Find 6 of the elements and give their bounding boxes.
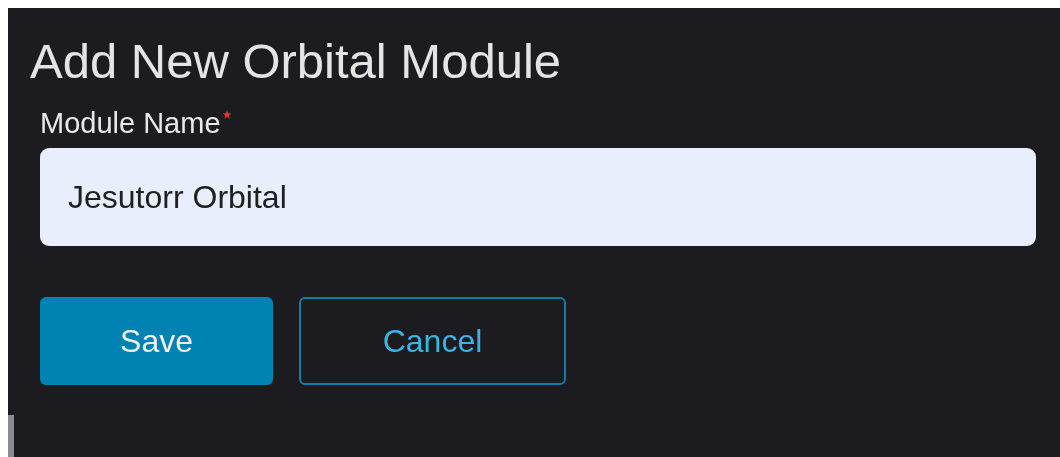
scrollbar-thumb[interactable] bbox=[8, 415, 14, 457]
cancel-button[interactable]: Cancel bbox=[299, 297, 566, 385]
save-button[interactable]: Save bbox=[40, 297, 273, 385]
module-name-field[interactable]: Jesutorr Orbital bbox=[40, 148, 1036, 246]
field-label: Module Name bbox=[40, 106, 221, 141]
dialog-title: Add New Orbital Module bbox=[30, 33, 563, 90]
